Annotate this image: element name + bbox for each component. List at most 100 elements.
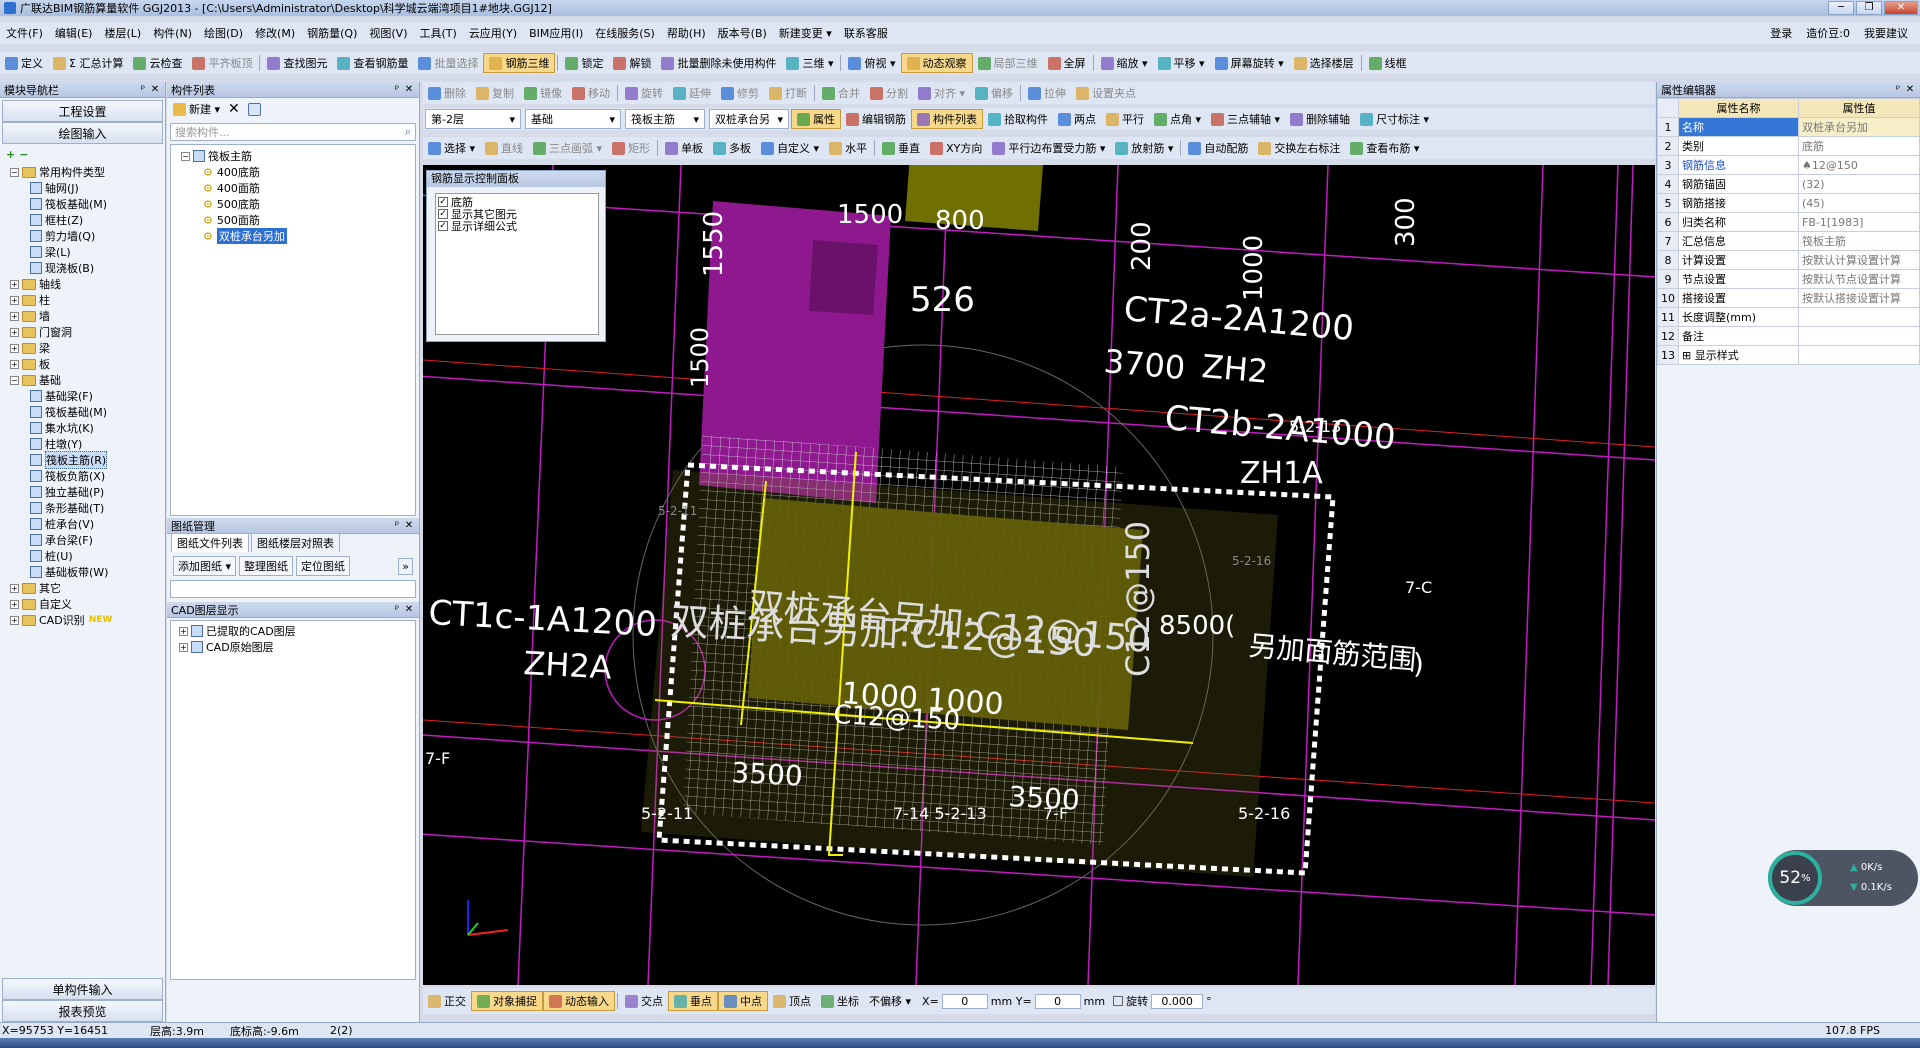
collapse-all-icon[interactable]: − [19, 148, 28, 161]
menu-item[interactable]: 新建变更 ▾ [773, 25, 838, 41]
nav-tree-item[interactable]: 条形基础(T) [0, 500, 165, 516]
pin-icon[interactable]: ᵖ [137, 84, 149, 95]
toolbar-button[interactable]: 动态观察 [900, 53, 973, 73]
expand-icon[interactable]: + [10, 343, 19, 353]
snap-button[interactable]: 坐标 [816, 991, 864, 1011]
delete-icon[interactable]: ✕ [228, 101, 240, 117]
nav-tree-item[interactable]: 柱墩(Y) [0, 436, 165, 452]
toolbar-button[interactable]: 线框 [1364, 53, 1412, 73]
toolbar-button[interactable]: 单板 [660, 138, 708, 158]
toolbar-button[interactable]: 旋转 [620, 83, 668, 103]
property-row[interactable]: 7 汇总信息 筏板主筋 [1657, 231, 1920, 251]
toolbar-button[interactable]: 尺寸标注 ▾ [1355, 109, 1434, 129]
close-icon[interactable]: ✕ [403, 604, 415, 615]
toolbar-button[interactable]: 钢筋三维 [483, 53, 556, 73]
toolbar-button[interactable]: Σ 汇总计算 [48, 53, 128, 73]
toolbar-button[interactable]: 多板 [708, 138, 756, 158]
property-value[interactable]: 双桩承台另加 [1798, 117, 1920, 137]
snap-button[interactable]: 顶点 [768, 991, 816, 1011]
nav-tree-item[interactable]: + 墙 [0, 308, 165, 324]
rotate-checkbox[interactable] [1113, 996, 1124, 1006]
toolbar-button[interactable]: 定义 [0, 53, 48, 73]
property-row[interactable]: 5 钢筋搭接 (45) [1657, 193, 1920, 213]
pin-icon[interactable]: ᵖ [391, 604, 403, 615]
expand-icon[interactable]: + [10, 295, 19, 305]
property-value[interactable]: 按默认节点设置计算 [1798, 269, 1920, 289]
toolbar-button[interactable]: XY方向 [925, 138, 987, 158]
nav-tree-item[interactable]: + 轴线 [0, 276, 165, 292]
report-preview-button[interactable]: 报表预览 [2, 1000, 163, 1022]
component-search-input[interactable]: 搜索构件... ⌕ [170, 123, 416, 141]
close-button[interactable]: ✕ [1884, 1, 1918, 15]
nav-tree-item[interactable]: 桩承台(V) [0, 516, 165, 532]
nav-tree-item[interactable]: + CAD识别 NEW [0, 612, 165, 628]
toolbar-button[interactable]: 三点辅轴 ▾ [1206, 109, 1285, 129]
component-tree-item[interactable]: ⚙ 400底筋 [171, 164, 415, 180]
nav-tree-item[interactable]: 独立基础(P) [0, 484, 165, 500]
search-icon[interactable]: ⌕ [405, 125, 411, 139]
property-value[interactable]: (45) [1798, 193, 1920, 213]
nav-tree-item[interactable]: − 常用构件类型 [0, 164, 165, 180]
menu-item[interactable]: 在线服务(S) [589, 25, 661, 41]
menu-item[interactable]: 钢筋量(Q) [301, 25, 363, 41]
close-icon[interactable]: ✕ [149, 84, 161, 95]
drawing-input-button[interactable]: 绘图输入 [2, 122, 163, 144]
nav-tree-item[interactable]: + 自定义 [0, 596, 165, 612]
toolbar-button[interactable]: 直线 [480, 138, 528, 158]
toolbar-button[interactable]: 选择楼层 [1289, 53, 1359, 73]
toolbar-button[interactable]: 分割 [865, 83, 913, 103]
dropdown-category[interactable]: 基础 ▾ [525, 109, 621, 129]
nav-tree-item[interactable]: 剪力墙(Q) [0, 228, 165, 244]
toolbar-button[interactable]: 平齐板顶 [187, 53, 257, 73]
component-tree-item[interactable]: ⚙ 500面筋 [171, 212, 415, 228]
more-arrow-icon[interactable]: » [398, 557, 413, 575]
angle-input[interactable]: 0.000 [1151, 993, 1204, 1009]
expand-icon[interactable]: + [10, 327, 19, 337]
menu-right-item[interactable]: 登录 [1770, 25, 1792, 41]
toolbar-button[interactable]: 删除 [423, 83, 471, 103]
restore-button[interactable]: ❐ [1856, 1, 1882, 15]
expand-icon[interactable]: + [10, 615, 19, 625]
toolbar-button[interactable]: 查看钢筋量 [332, 53, 413, 73]
property-value[interactable]: FB-1[1983] [1798, 212, 1920, 232]
nav-tree-item[interactable]: 框柱(Z) [0, 212, 165, 228]
cad-layer-item[interactable]: + CAD原始图层 [171, 639, 415, 655]
y-input[interactable]: 0 [1034, 993, 1081, 1009]
tab-drawing-files[interactable]: 图纸文件列表 [171, 533, 249, 552]
show-formula-checkbox[interactable]: ✓ 显示详细公式 [438, 220, 596, 233]
pin-icon[interactable]: ᵖ [391, 84, 403, 95]
property-value[interactable] [1798, 345, 1920, 365]
snap-button[interactable]: 交点 [620, 991, 668, 1011]
toolbar-button[interactable]: 水平 [824, 138, 872, 158]
add-drawing-button[interactable]: 添加图纸 ▾ [173, 556, 237, 576]
toolbar-button[interactable]: 屏幕旋转 ▾ [1210, 53, 1289, 73]
close-icon[interactable]: ✕ [403, 84, 415, 95]
close-icon[interactable]: ✕ [1904, 84, 1916, 95]
offset-dropdown[interactable]: 不偏移 ▾ [864, 991, 916, 1011]
property-value[interactable]: 底筋 [1798, 136, 1920, 156]
expand-all-icon[interactable]: + [6, 148, 15, 161]
nav-tree-item[interactable]: 梁(L) [0, 244, 165, 260]
toolbar-button[interactable]: 平行边布置受力筋 ▾ [987, 138, 1110, 158]
toolbar-button[interactable]: 垂直 [877, 138, 925, 158]
collapse-icon[interactable]: − [10, 375, 19, 385]
expand-icon[interactable]: + [10, 583, 19, 593]
nav-tree-item[interactable]: 基础板带(W) [0, 564, 165, 580]
nav-tree-item[interactable]: 筏板负筋(X) [0, 468, 165, 484]
toolbar-button[interactable]: 缩放 ▾ [1096, 53, 1153, 73]
nav-tree-item[interactable]: + 板 [0, 356, 165, 372]
nav-tree-item[interactable]: 筏板主筋(R) [0, 451, 165, 469]
menu-item[interactable]: 云应用(Y) [463, 25, 523, 41]
component-tree-item[interactable]: ⚙ 400面筋 [171, 180, 415, 196]
nav-tree-item[interactable]: 筏板基础(M) [0, 196, 165, 212]
toolbar-button[interactable]: 两点 [1053, 109, 1101, 129]
property-row[interactable]: 1 名称 双桩承台另加 [1657, 117, 1920, 137]
nav-tree-item[interactable]: − 基础 [0, 372, 165, 388]
toolbar-button[interactable]: 选择 ▾ [423, 138, 480, 158]
menu-item[interactable]: 工具(T) [414, 25, 463, 41]
collapse-icon[interactable]: − [10, 167, 19, 177]
drawing-canvas[interactable]: 1500 800 1550 200 1000 300 526 CT2a-2A1200 1500 3… [423, 165, 1655, 985]
property-row[interactable]: 8 计算设置 按默认计算设置计算 [1657, 250, 1920, 270]
property-value[interactable]: 按默认计算设置计算 [1798, 250, 1920, 270]
menu-item[interactable]: 版本号(B) [712, 25, 773, 41]
